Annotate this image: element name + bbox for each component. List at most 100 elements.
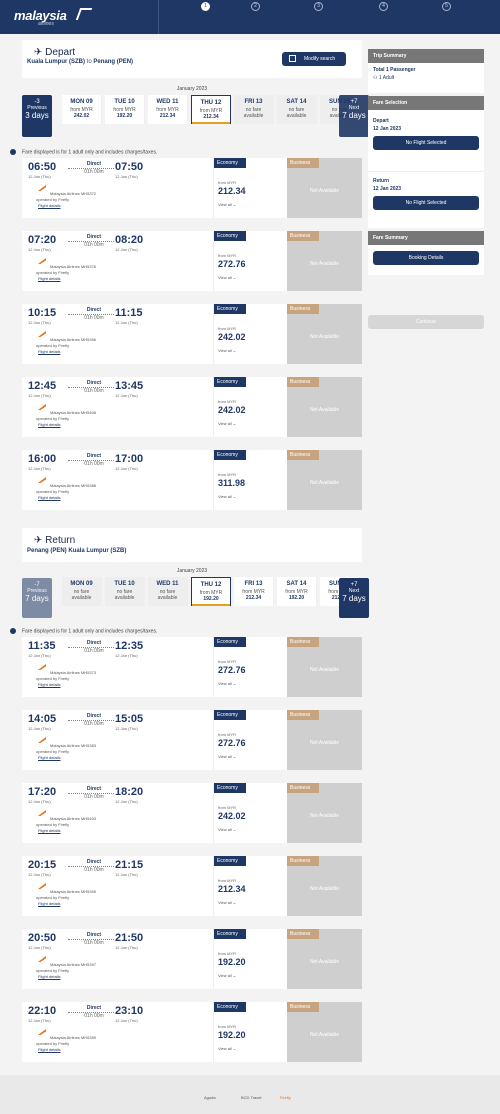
continue-button[interactable]: Continue	[368, 315, 484, 329]
view-all-link[interactable]: View all ⌄	[218, 681, 236, 686]
brand-sub: airlines	[38, 21, 54, 27]
flight-card: 10:15 12 Jan (Thu) Direct 01h 00m 11:15 12 Ja…	[22, 304, 362, 364]
economy-fare[interactable]: Economy from MYR 242.02 View all ⌄	[213, 304, 285, 364]
view-all-link[interactable]: View all ⌄	[218, 202, 236, 207]
date-cell[interactable]: MON 09 from MYR 242.02	[62, 95, 102, 124]
economy-fare[interactable]: Economy from MYR 212.34 View all ⌄	[213, 158, 285, 218]
airline-tail-icon	[38, 1029, 46, 1035]
direct-label: Direct	[86, 859, 102, 865]
arrival-date: 12 Jan (Thu)	[115, 872, 138, 877]
top-header: malaysia airlines 1 2 3 4 5	[0, 0, 500, 34]
airline-tail-icon	[38, 883, 46, 889]
economy-fare[interactable]: Economy from MYR 212.34 View all ⌄	[213, 856, 285, 916]
date-cell[interactable]: THU 12 from MYR 212.34	[191, 95, 231, 124]
flight-details-link[interactable]: Flight details	[38, 203, 60, 208]
trip-summary-header: Trip Summary	[368, 49, 484, 63]
arrival-time: 13:45	[115, 380, 144, 392]
view-all-link[interactable]: View all ⌄	[218, 421, 236, 426]
kite-logo-icon	[75, 8, 93, 20]
flight-details-link[interactable]: Flight details	[38, 1047, 60, 1052]
date-cell[interactable]: TUE 10 from MYR 192.20	[105, 95, 145, 124]
view-all-link[interactable]: View all ⌄	[218, 827, 236, 832]
business-fare: Business Not Available	[287, 783, 362, 843]
business-tag: Business	[287, 710, 319, 720]
business-fare: Business Not Available	[287, 304, 362, 364]
step-1[interactable]: 1	[201, 2, 210, 11]
arrival-date: 12 Jan (Thu)	[115, 945, 138, 950]
date-cell[interactable]: SAT 14 no fare available	[277, 95, 317, 124]
date-day-label: MON 09	[70, 581, 93, 587]
economy-fare[interactable]: Economy from MYR 272.76 View all ⌄	[213, 231, 285, 291]
economy-fare[interactable]: Economy from MYR 311.98 View all ⌄	[213, 450, 285, 510]
business-fare: Business Not Available	[287, 377, 362, 437]
flight-details-link[interactable]: Flight details	[38, 755, 60, 760]
arrival-date: 12 Jan (Thu)	[115, 174, 138, 179]
airline-name: Malaysia Airlines MH5372	[50, 191, 97, 196]
flight-details-link[interactable]: Flight details	[38, 276, 60, 281]
operated-by: operated by Firefly	[36, 416, 70, 421]
flight-details-link[interactable]: Flight details	[38, 349, 60, 354]
step-3[interactable]: 3	[314, 2, 323, 11]
return-next-7-days-button[interactable]: +7 Next 7 days	[339, 578, 369, 618]
flight-details-link[interactable]: Flight details	[38, 901, 60, 906]
date-cell[interactable]: FRI 13 no fare available	[234, 95, 274, 124]
date-cell[interactable]: TUE 10 no fare available	[105, 577, 145, 606]
modify-search-button[interactable]: Modify search	[282, 52, 346, 66]
departure-time: 11:35	[28, 640, 56, 652]
date-cell[interactable]: WED 11 no fare available	[148, 577, 188, 606]
operated-by: operated by Firefly	[36, 676, 70, 681]
date-cell[interactable]: MON 09 no fare available	[62, 577, 102, 606]
previous-3-days-button[interactable]: -3 Previous 3 days	[22, 95, 52, 137]
next-7-days-button[interactable]: +7 Next 7 days	[339, 95, 369, 137]
flight-details-link[interactable]: Flight details	[38, 974, 60, 979]
not-available-label: Not Available	[309, 480, 340, 486]
arrival-date: 12 Jan (Thu)	[115, 247, 138, 252]
view-all-link[interactable]: View all ⌄	[218, 275, 236, 280]
view-all-link[interactable]: View all ⌄	[218, 973, 236, 978]
business-tag: Business	[287, 231, 319, 241]
economy-fare[interactable]: Economy from MYR 242.02 View all ⌄	[213, 783, 285, 843]
direct-label: Direct	[86, 453, 102, 459]
view-all-link[interactable]: View all ⌄	[218, 1046, 236, 1051]
economy-fare[interactable]: Economy from MYR 192.20 View all ⌄	[213, 929, 285, 989]
flight-details-link[interactable]: Flight details	[38, 422, 60, 427]
step-5[interactable]: 5	[442, 2, 451, 11]
direct-label: Direct	[86, 786, 102, 792]
date-cell[interactable]: THU 12 from MYR 192.20	[191, 577, 231, 606]
step-2[interactable]: 2	[251, 2, 260, 11]
economy-fare[interactable]: Economy from MYR 192.20 View all ⌄	[213, 1002, 285, 1062]
date-cell[interactable]: SAT 14 from MYR 192.20	[277, 577, 317, 606]
depart-no-flight-button[interactable]: No Flight Selected	[373, 136, 479, 150]
date-day-label: SAT 14	[286, 99, 307, 105]
previous-7-days-button[interactable]: -7 Previous 7 days	[22, 578, 52, 618]
economy-fare[interactable]: Economy from MYR 242.02 View all ⌄	[213, 377, 285, 437]
departure-date: 12 Jan (Thu)	[28, 393, 51, 398]
view-all-link[interactable]: View all ⌄	[218, 754, 236, 759]
date-cell[interactable]: FRI 13 from MYR 212.34	[234, 577, 274, 606]
flight-details-link[interactable]: Flight details	[38, 495, 60, 500]
flight-details-link[interactable]: Flight details	[38, 682, 60, 687]
operated-by: operated by Firefly	[36, 1041, 70, 1046]
booking-details-button[interactable]: Booking Details	[373, 251, 479, 265]
return-no-flight-button[interactable]: No Flight Selected	[373, 196, 479, 210]
economy-fare[interactable]: Economy from MYR 272.76 View all ⌄	[213, 637, 285, 697]
view-all-link[interactable]: View all ⌄	[218, 494, 236, 499]
date-fare-line2: available	[71, 595, 92, 601]
return-title: ✈ Return	[34, 535, 76, 546]
flight-card: 06:50 12 Jan (Thu) Direct 01h 00m 07:50 12 Ja…	[22, 158, 362, 218]
business-fare: Business Not Available	[287, 1002, 362, 1062]
view-all-link[interactable]: View all ⌄	[218, 348, 236, 353]
step-4[interactable]: 4	[379, 2, 388, 11]
date-cell[interactable]: WED 11 from MYR 212.34	[148, 95, 188, 124]
business-fare: Business Not Available	[287, 710, 362, 770]
economy-fare[interactable]: Economy from MYR 272.76 View all ⌄	[213, 710, 285, 770]
flight-details-link[interactable]: Flight details	[38, 828, 60, 833]
operated-by: operated by Firefly	[36, 489, 70, 494]
date-day-label: FRI 13	[244, 99, 263, 105]
duration-label: 01h 00m	[84, 315, 104, 321]
business-tag: Business	[287, 929, 319, 939]
fare-from-label: from MYR	[218, 878, 236, 883]
arrival-time: 21:50	[115, 932, 144, 944]
view-all-link[interactable]: View all ⌄	[218, 900, 236, 905]
fare-from-label: from MYR	[218, 659, 236, 664]
